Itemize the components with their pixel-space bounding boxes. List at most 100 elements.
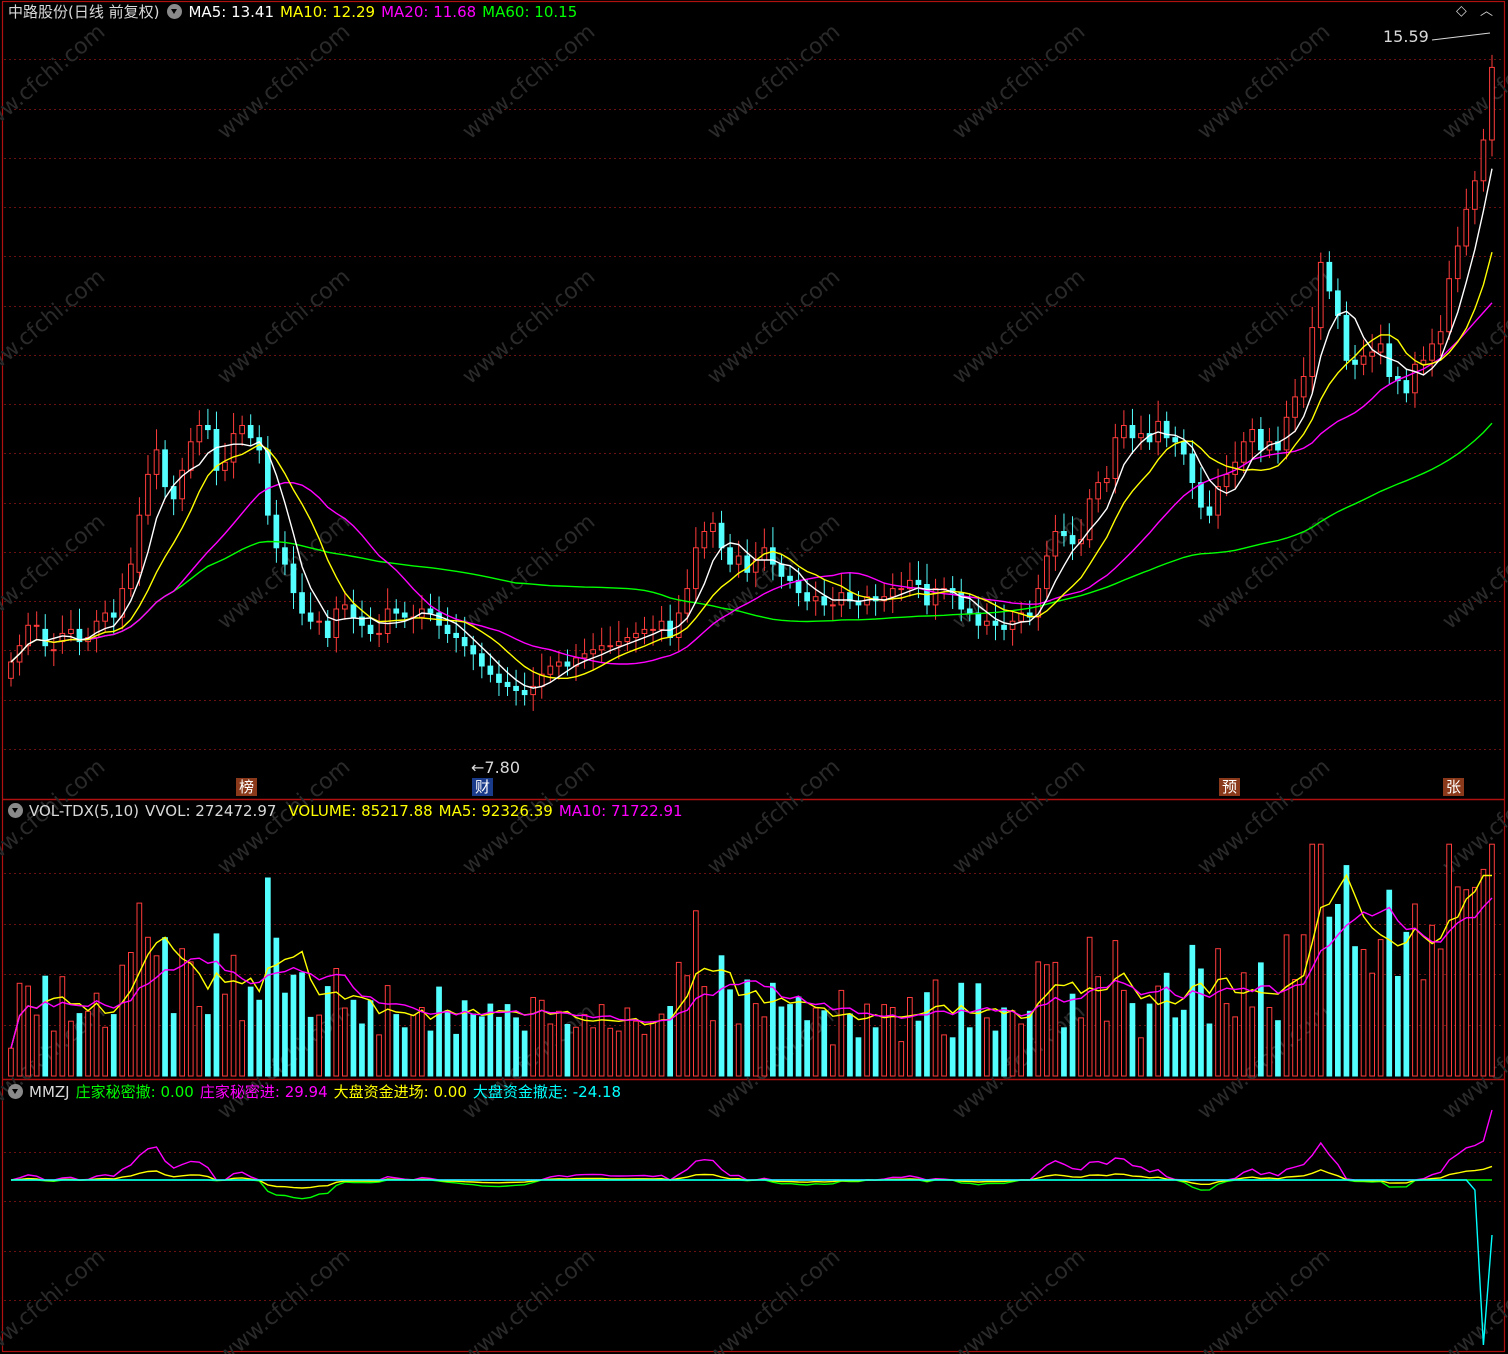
event-tag-yu[interactable]: 预 (1219, 778, 1241, 796)
candle-body (915, 579, 922, 586)
volume-bar (504, 1004, 511, 1077)
candle-body (1223, 473, 1230, 488)
volume-bar (162, 937, 168, 1077)
candle-body (1240, 441, 1247, 463)
candle-body (1189, 453, 1196, 483)
volume-bar (615, 1030, 622, 1077)
volume-bar (581, 1014, 588, 1077)
volume-bar (881, 1004, 887, 1077)
candle-body (513, 685, 519, 692)
diamond-icon[interactable]: ◇ (1456, 3, 1467, 19)
volume-bar (804, 1020, 810, 1077)
volume-bar (889, 1007, 896, 1077)
candle-body (136, 514, 143, 573)
volume-bar (924, 992, 930, 1077)
event-tag-zhang[interactable]: 张 (1443, 778, 1465, 796)
volume-bar (1138, 1037, 1144, 1077)
candle-body (658, 620, 665, 630)
volume-bar (1283, 934, 1290, 1077)
volume-bar (1437, 948, 1444, 1077)
volume-bar (342, 1007, 348, 1077)
candle-body (265, 449, 271, 516)
candle-body (1480, 139, 1487, 182)
watermark-text: www.cfchi.com (0, 19, 110, 144)
candle-body (1335, 290, 1341, 316)
volume-bar (564, 1024, 571, 1077)
volume-bar (1146, 1003, 1153, 1077)
market-inflow-line (10, 1165, 1493, 1189)
volume-bar (16, 982, 23, 1077)
volume-bar (1300, 934, 1307, 1077)
candle-body (1086, 498, 1093, 541)
volume-bar (1360, 949, 1367, 1077)
candle-body (222, 461, 228, 471)
candle-body (1061, 531, 1067, 537)
candle-body (821, 596, 828, 606)
volume-bar (778, 1006, 785, 1077)
volume-bar (590, 1027, 596, 1077)
volume-bar (573, 1026, 579, 1077)
volume-toggle-icon[interactable] (8, 803, 23, 818)
volume-bar (1009, 1010, 1016, 1077)
candle-body (598, 645, 605, 651)
candle-body (247, 425, 254, 439)
candle-body (932, 588, 939, 606)
volume-bar (1129, 1003, 1136, 1077)
candle-body (187, 441, 194, 471)
volume-bar (1489, 843, 1495, 1077)
volume-bar (650, 1021, 656, 1077)
volume-bar (50, 1030, 57, 1077)
volume-bar (1223, 1003, 1230, 1077)
candle-body (1249, 429, 1256, 443)
volume-bar (1352, 946, 1358, 1077)
candle-body (778, 563, 785, 577)
volume-bar (1403, 931, 1410, 1077)
stock-chart[interactable]: www.cfchi.com www.cfchi.com www.cfchi.com w… (0, 0, 1508, 1354)
candle-body (8, 661, 14, 679)
ma10-legend: MA10: 12.29 (280, 3, 376, 21)
volume-bar (153, 955, 160, 1077)
volume-bar (513, 1017, 519, 1077)
event-tag-bang[interactable]: 榜 (236, 778, 258, 796)
volume-panel-header: VOL-TDX(5,10) VVOL: 272472.97 VOLUME: 8521… (8, 801, 689, 821)
candle-body (1489, 66, 1495, 141)
volume-bar (419, 1007, 425, 1077)
volume-bar (556, 1010, 562, 1077)
volume-bar (1018, 1023, 1024, 1077)
high-marker-arrow (1431, 32, 1491, 41)
volume-bar (33, 1014, 40, 1077)
chevron-up-icon[interactable]: ︿ (1480, 0, 1493, 19)
volume-bar (102, 1026, 109, 1077)
volume-bar (1377, 939, 1384, 1077)
volume-bar (1335, 904, 1341, 1077)
ma5-legend: MA5: 13.41 (188, 3, 275, 21)
candle-body (33, 624, 40, 627)
volume-bar (607, 1027, 614, 1077)
volume-bar (855, 1037, 862, 1077)
volume-bar (316, 1014, 322, 1077)
volume-bar (427, 1030, 434, 1077)
volume-bar (376, 1034, 382, 1077)
candle-body (1121, 425, 1127, 439)
volume-bar (1317, 843, 1324, 1077)
volume-bar (821, 1010, 828, 1077)
volume-bar (693, 910, 699, 1077)
candle-body (701, 531, 708, 549)
candle-body (393, 608, 400, 614)
candle-body (376, 632, 382, 635)
candle-body (1172, 437, 1179, 443)
candle-body (1112, 437, 1119, 480)
candle-body (461, 637, 468, 647)
volume-bar (710, 1020, 716, 1077)
watermark-text: www.cfchi.com (703, 1244, 845, 1354)
volume-bar (1215, 948, 1221, 1077)
watermark-text: www.cfchi.com (0, 509, 110, 634)
candle-body (444, 624, 451, 634)
candle-body (1360, 355, 1367, 365)
panel-toggle-icon[interactable] (167, 4, 183, 19)
chart-canvas[interactable]: www.cfchi.com www.cfchi.com www.cfchi.com w… (0, 0, 1508, 1354)
volume-bar (1292, 979, 1298, 1077)
watermark-text: www.cfchi.com (1193, 1244, 1335, 1354)
event-tag-cai[interactable]: 财 (472, 778, 494, 796)
indicator-toggle-icon[interactable] (8, 1084, 23, 1099)
